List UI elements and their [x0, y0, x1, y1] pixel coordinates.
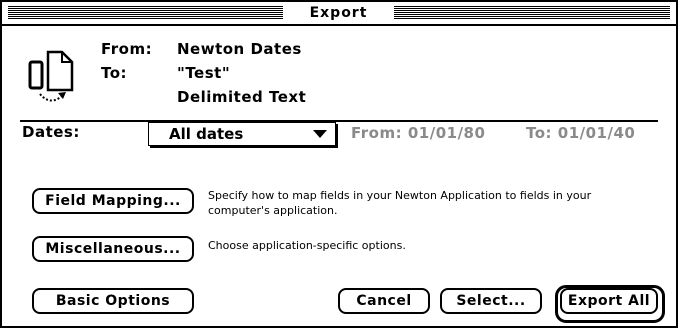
transfer-documents-icon	[28, 50, 74, 102]
title-stripes-left	[8, 6, 283, 19]
separator-line	[20, 120, 658, 122]
title-bar[interactable]: Export	[2, 2, 676, 26]
basic-options-button[interactable]: Basic Options	[32, 288, 194, 314]
miscellaneous-button[interactable]: Miscellaneous...	[32, 236, 194, 262]
window-title: Export	[283, 2, 394, 24]
dates-selected-value: All dates	[169, 125, 244, 143]
dates-popup-menu[interactable]: All dates	[148, 122, 336, 146]
to-value: "Test"	[177, 64, 231, 82]
export-dialog: Export From: Newton Dates To: "Test" Del…	[0, 0, 678, 328]
field-mapping-desc-line2: computer's application.	[208, 204, 338, 217]
dropdown-arrow-icon	[313, 130, 327, 138]
field-mapping-desc-line1: Specify how to map fields in your Newton…	[208, 189, 592, 202]
export-all-button[interactable]: Export All	[560, 288, 658, 314]
title-stripes-right	[394, 6, 670, 19]
format-value: Delimited Text	[177, 88, 307, 106]
dates-label: Dates:	[22, 123, 80, 141]
to-date-field: To: 01/01/40	[526, 124, 636, 142]
miscellaneous-description: Choose application-specific options.	[208, 239, 406, 252]
field-mapping-button[interactable]: Field Mapping...	[32, 188, 194, 214]
field-mapping-description: Specify how to map fields in your Newton…	[208, 188, 591, 218]
to-label: To:	[101, 64, 128, 82]
from-label: From:	[101, 40, 153, 58]
from-date-field: From: 01/01/80	[351, 124, 486, 142]
select-button[interactable]: Select...	[440, 288, 542, 314]
from-value: Newton Dates	[177, 40, 302, 58]
cancel-button[interactable]: Cancel	[338, 288, 430, 314]
